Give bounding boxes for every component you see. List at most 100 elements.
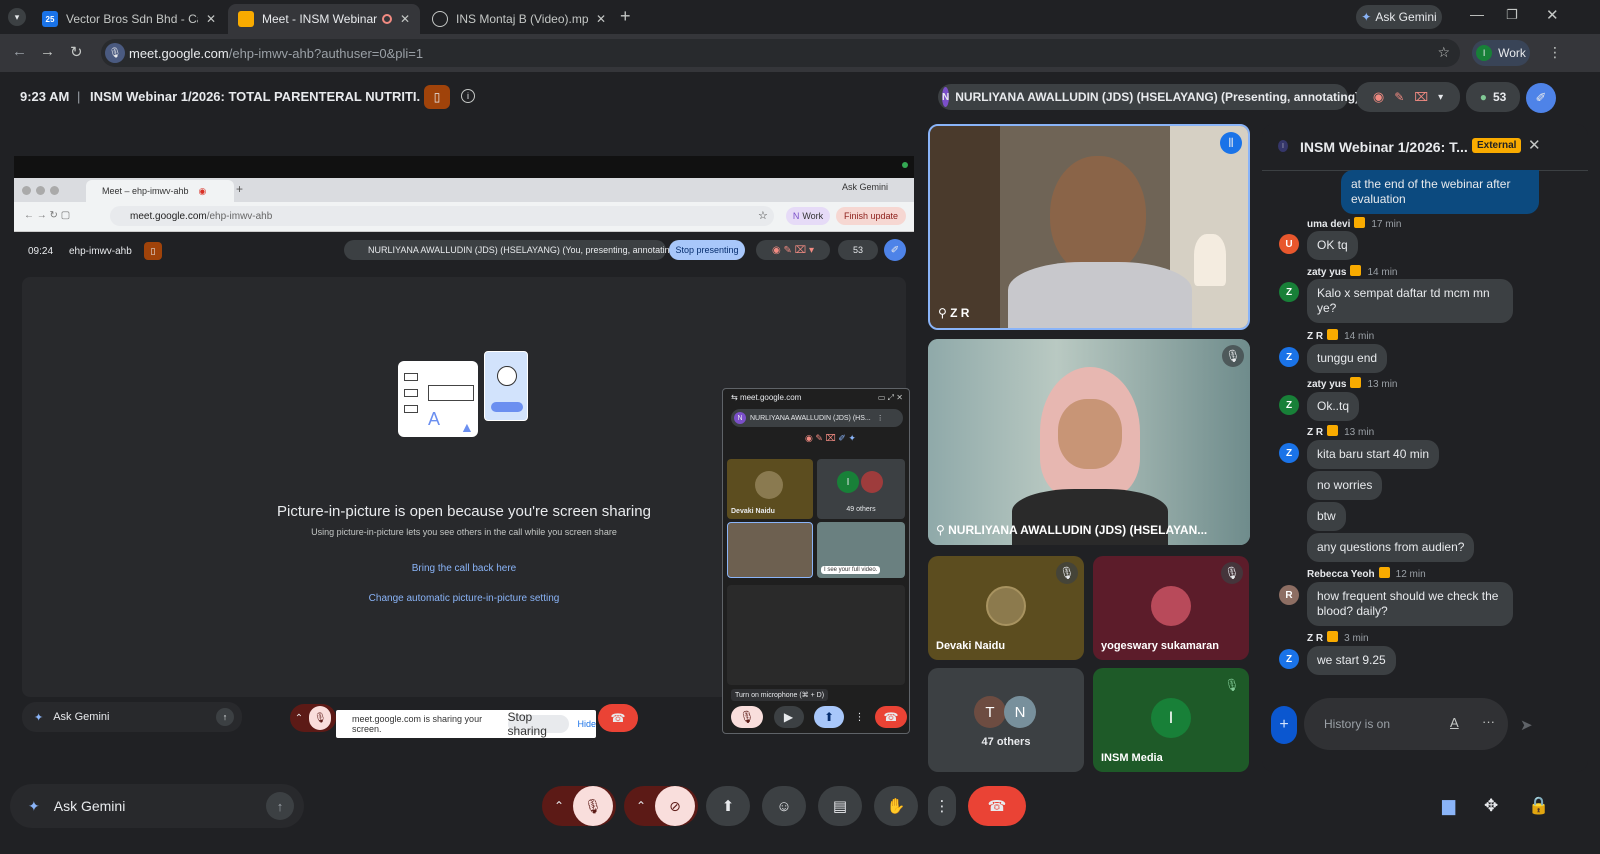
inner-tab-bar: Meet – ehp-imwv-ahb ◉ + Ask Gemini [14,178,914,202]
tab-search-icon[interactable]: ▾ [8,8,26,26]
tile-nurliyana[interactable]: 🎙 ⚲ NURLIYANA AWALLUDIN (JDS) (HSELAYAN.… [928,339,1250,545]
close-icon[interactable]: ✕ [596,12,606,26]
host-lock-icon[interactable]: 🔒 [1528,796,1549,816]
leave-call-icon: ☎ [987,798,1007,815]
people-button[interactable]: ● 53 [1466,82,1520,112]
mic-off-icon[interactable]: 🎙 [573,786,613,826]
mic-control[interactable]: ⌃ 🎙 [542,786,616,826]
avatar [755,471,783,499]
close-window-icon[interactable]: ✕ [1546,6,1559,24]
url-input[interactable]: 🎙 meet.google.com/ehp-imwv-ahb?authuser=… [101,39,1460,67]
info-icon[interactable]: i [461,89,475,103]
captions-icon: ▤ [832,798,848,815]
reload-icon[interactable]: ↻ [70,43,83,61]
avatar: Z [1279,347,1299,367]
raise-hand-button[interactable]: ✋ [874,786,918,826]
tile-name: yogeswary sukamaran [1101,640,1220,652]
ask-gemini-input[interactable]: ✦ Ask Gemini ↑ [10,784,304,828]
inner-url: meet.google.com/ehp-imwv-ahb [110,206,774,226]
gemini-icon: ✦ [34,711,44,724]
forward-icon[interactable]: → [40,43,55,60]
tab-calendar[interactable]: 25 Vector Bros Sdn Bhd - Calendar ✕ [32,4,226,34]
chevron-down-icon: ▾ [1438,91,1444,103]
site-info-icon[interactable]: 🎙 [105,43,125,63]
tile-name: 47 others [981,736,1031,748]
avatar: I [1476,45,1493,61]
add-attachment-button[interactable]: + [1271,706,1297,744]
activities-icon[interactable]: ✥ [1484,796,1498,816]
message-bubble: no worries [1307,471,1383,500]
pip-tile-speaker [727,522,813,578]
avatar: Z [1279,395,1299,415]
tab-video[interactable]: INS Montaj B (Video).mp4 ✕ [422,4,616,34]
new-tab-icon: + [236,182,244,196]
activity-indicators[interactable]: ◉ ✎ ⌧ ▾ [1356,82,1460,112]
avatar [986,586,1026,626]
host-controls-icon[interactable]: ▯ [424,85,450,109]
message-bubble: we start 9.25 [1307,646,1396,675]
inner-code: ehp-imwv-ahb [69,246,132,257]
pip-indicators: ◉ ✎ ⌧ ✐ ✦ [805,433,856,443]
emoji-button[interactable]: ☺ [762,786,806,826]
illustration-box [404,389,418,397]
camera-control[interactable]: ⌃ ⊘ [624,786,698,826]
gemini-notes-icon: ✐ [884,239,906,261]
gemini-icon: ✦ [1361,10,1372,24]
chat-title: INSM Webinar 1/2026: T... [1300,139,1468,155]
message-sender: zaty yus 13 min [1307,377,1398,390]
bookshelf [930,126,1000,328]
avatar: I [1278,140,1288,152]
tile-others[interactable]: T N 47 others [928,668,1084,772]
bookmark-star-icon[interactable]: ☆ [1437,44,1450,61]
chevron-up-icon[interactable]: ⌃ [545,799,573,813]
new-tab-icon[interactable]: + [620,6,631,27]
tile-speaker-zr[interactable]: ⦀ ⚲ Z R [928,124,1250,330]
avatar: U [1279,234,1299,254]
avatar: Z [1279,282,1299,302]
camera-off-icon[interactable]: ⊘ [655,786,695,826]
back-icon[interactable]: ← [12,43,27,60]
chat-panel: I INSM Webinar 1/2026: T... External ✕ a… [1262,124,1588,772]
captions-button[interactable]: ▤ [818,786,862,826]
send-icon[interactable]: ➤ [1520,716,1533,734]
pip-window-controls: ▭ ⤢ ✕ [877,393,903,402]
minimize-icon[interactable]: — [1470,6,1484,22]
presenter-chip[interactable]: N NURLIYANA AWALLUDIN (JDS) (HSELAYANG) … [938,84,1359,110]
present-button[interactable]: ⬆ [706,786,750,826]
gemini-icon: ✦ [28,797,40,814]
close-icon[interactable]: ✕ [206,12,216,26]
tile-name: Devaki Naidu [936,640,1006,652]
tile-name: ⚲ NURLIYANA AWALLUDIN (JDS) (HSELAYAN... [936,523,1208,537]
profile-button[interactable]: I Work [1472,40,1530,66]
close-icon[interactable]: ✕ [1528,136,1541,154]
close-icon[interactable]: ✕ [400,12,410,26]
leave-call-button[interactable]: ☎ [968,786,1026,826]
message-sender: uma devi 17 min [1307,217,1402,230]
recording-icon: ◉ [1372,89,1385,104]
inner-meet-view: 09:24 ehp-imwv-ahb ▯ NURLIYANA AWALLUDIN… [14,232,914,746]
chat-input[interactable]: History is on A ··· [1304,698,1508,750]
meet-icon [238,11,254,27]
address-bar: ← → ↻ 🎙 meet.google.com/ehp-imwv-ahb?aut… [0,34,1600,72]
avatar [861,471,883,493]
chevron-up-icon[interactable]: ⌃ [627,799,655,813]
mic-off-icon: 🎙 [309,706,332,730]
tile-insm-media[interactable]: I 🎙 INSM Media [1093,668,1249,772]
inner-profile: N Work [786,207,830,225]
tab-meet[interactable]: Meet - INSM Webinar 1/2026 ✕ [228,4,420,34]
restore-icon[interactable]: ❐ [1506,7,1518,23]
video-tooltip: I see your full video. [821,566,881,574]
gemini-notes-icon[interactable]: ✐ [1526,83,1556,113]
chevron-up-icon: ⌃ [294,712,304,724]
tile-yogeswary[interactable]: 🎙 yogeswary sukamaran [1093,556,1249,660]
pip-controls: 🎙 ▶ ⬆ ⋮ ☎ [731,705,907,729]
more-vert-icon[interactable]: ⋮ [1548,44,1562,61]
tile-devaki[interactable]: 🎙 Devaki Naidu [928,556,1084,660]
more-options-button[interactable]: ⋮ [928,786,956,826]
message-bubble: tunggu end [1307,344,1388,373]
chat-icon[interactable]: ▆ [1442,796,1455,816]
ask-gemini-button[interactable]: ✦ Ask Gemini [1356,5,1442,29]
send-icon[interactable]: ↑ [266,792,294,820]
more-horiz-icon[interactable]: ··· [1482,714,1495,729]
text-format-icon[interactable]: A [1450,715,1459,730]
